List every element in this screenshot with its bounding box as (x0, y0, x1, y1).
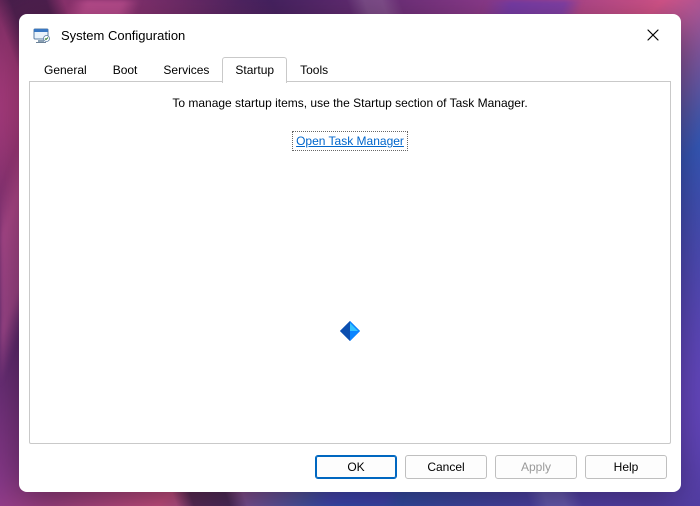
ok-button[interactable]: OK (315, 455, 397, 479)
tab-strip: General Boot Services Startup Tools (19, 56, 681, 82)
dialog-button-row: OK Cancel Apply Help (19, 452, 681, 492)
tab-label: Services (163, 63, 209, 77)
tab-tools[interactable]: Tools (287, 57, 341, 82)
windows-flag-icon (339, 320, 361, 342)
system-configuration-window: System Configuration General Boot Servic… (19, 14, 681, 492)
desktop-background: System Configuration General Boot Servic… (0, 0, 700, 506)
apply-button[interactable]: Apply (495, 455, 577, 479)
cancel-button[interactable]: Cancel (405, 455, 487, 479)
tab-label: General (44, 63, 87, 77)
close-icon (647, 29, 659, 41)
tab-boot[interactable]: Boot (100, 57, 151, 82)
titlebar: System Configuration (19, 14, 681, 56)
app-icon (33, 26, 51, 44)
close-button[interactable] (631, 20, 675, 50)
window-title: System Configuration (61, 28, 185, 43)
open-task-manager-link[interactable]: Open Task Manager (294, 133, 406, 149)
help-button[interactable]: Help (585, 455, 667, 479)
tab-label: Boot (113, 63, 138, 77)
tab-label: Startup (235, 63, 274, 77)
tab-general[interactable]: General (31, 57, 100, 82)
tab-startup[interactable]: Startup (222, 57, 287, 83)
tab-services[interactable]: Services (150, 57, 222, 82)
tab-panel-startup: To manage startup items, use the Startup… (29, 82, 671, 444)
startup-message: To manage startup items, use the Startup… (172, 96, 527, 110)
tab-label: Tools (300, 63, 328, 77)
